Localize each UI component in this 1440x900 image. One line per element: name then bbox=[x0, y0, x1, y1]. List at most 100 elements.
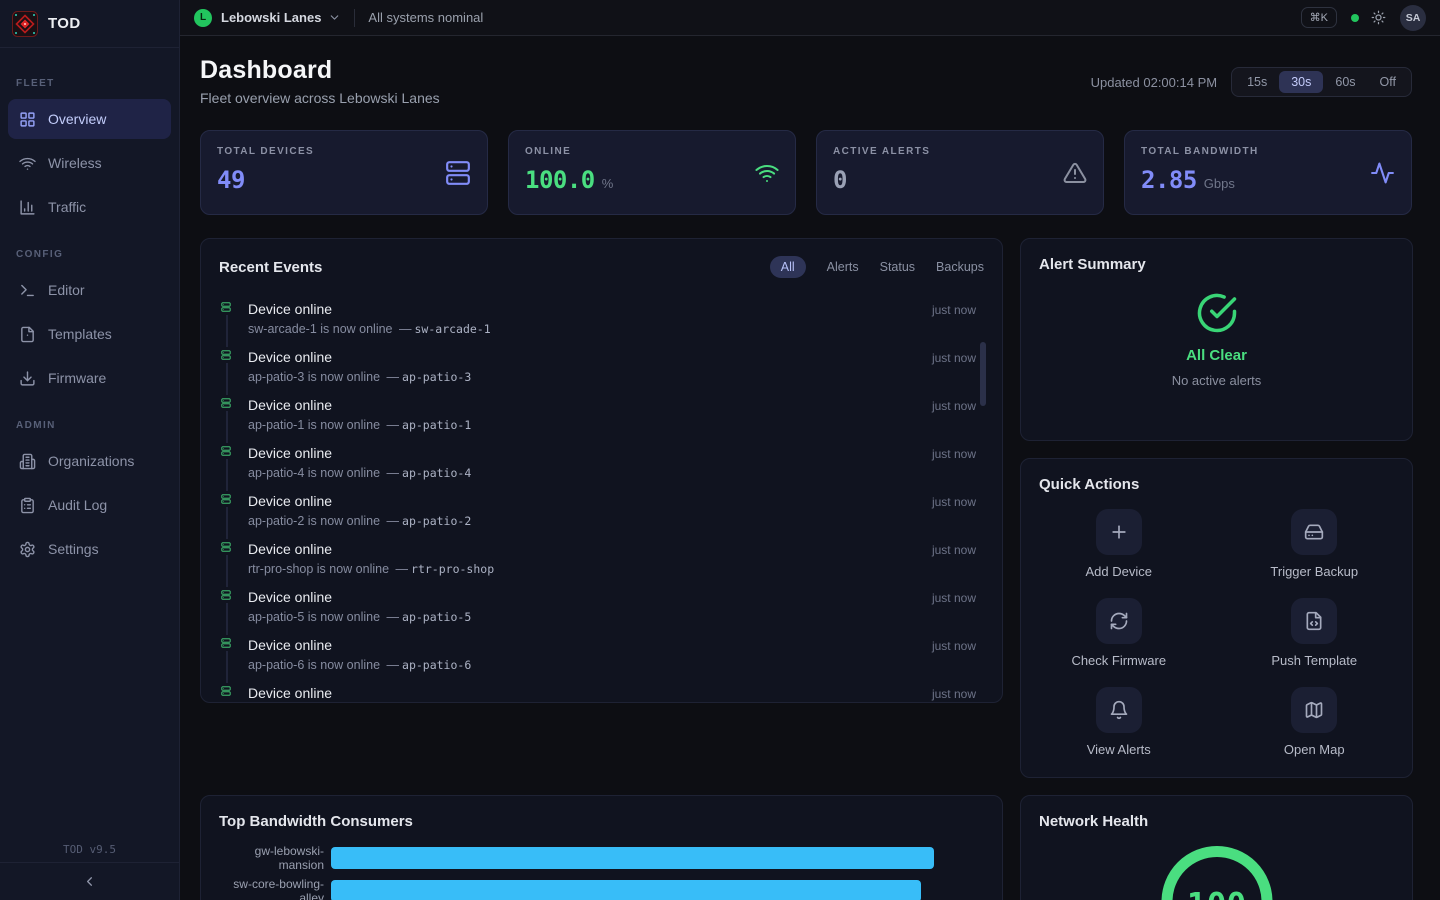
event-time: just now bbox=[932, 351, 976, 365]
alert-summary-title: Alert Summary bbox=[1039, 256, 1146, 273]
topbar: L Lebowski Lanes All systems nominal ⌘K … bbox=[180, 0, 1440, 36]
push-template-button[interactable]: Push Template bbox=[1217, 598, 1413, 687]
sun-icon[interactable] bbox=[1371, 10, 1386, 25]
activity-icon bbox=[1370, 160, 1395, 185]
sidebar-item-firmware[interactable]: Firmware bbox=[8, 358, 171, 398]
hard-drive-icon bbox=[1304, 522, 1324, 542]
quick-actions-title: Quick Actions bbox=[1039, 476, 1139, 493]
events-scrollbar[interactable] bbox=[980, 342, 986, 406]
stat-card-active-alerts: ACTIVE ALERTS 0 bbox=[816, 130, 1104, 215]
main-content: Dashboard Fleet overview across Lebowski… bbox=[180, 36, 1440, 900]
check-firmware-button[interactable]: Check Firmware bbox=[1021, 598, 1217, 687]
refresh-interval-control: 15s 30s 60s Off bbox=[1231, 67, 1412, 97]
add-device-button[interactable]: Add Device bbox=[1021, 509, 1217, 598]
refresh-off-button[interactable]: Off bbox=[1368, 71, 1408, 93]
recent-events-panel: Recent Events All Alerts Status Backups … bbox=[200, 238, 1003, 703]
view-alerts-button[interactable]: View Alerts bbox=[1021, 687, 1217, 776]
refresh-15s-button[interactable]: 15s bbox=[1235, 71, 1279, 93]
event-title: Device online bbox=[248, 440, 976, 461]
event-device: ap-patio-2 bbox=[402, 514, 471, 528]
stat-unit: % bbox=[602, 176, 614, 191]
clipboard-icon bbox=[19, 497, 36, 514]
quick-action-label: Push Template bbox=[1271, 653, 1357, 668]
event-filter-tabs: All Alerts Status Backups bbox=[770, 256, 984, 278]
sidebar-item-overview[interactable]: Overview bbox=[8, 99, 171, 139]
bandwidth-title: Top Bandwidth Consumers bbox=[219, 813, 413, 830]
event-time: just now bbox=[932, 639, 976, 653]
plus-icon bbox=[1109, 522, 1129, 542]
bar-chart-icon bbox=[19, 199, 36, 216]
stat-card-online: ONLINE 100.0 % bbox=[508, 130, 796, 215]
event-device: rtr-pro-shop bbox=[411, 562, 494, 576]
event-desc: ap-patio-1 is now online bbox=[248, 418, 380, 432]
event-title: Device online bbox=[248, 488, 976, 509]
events-list[interactable]: Device online just now sw-arcade-1 is no… bbox=[201, 296, 1002, 696]
stat-value: 0 bbox=[833, 166, 847, 194]
sidebar-item-settings[interactable]: Settings bbox=[8, 529, 171, 569]
file-icon bbox=[19, 326, 36, 343]
server-icon bbox=[218, 587, 234, 603]
sidebar-item-label: Traffic bbox=[48, 199, 86, 215]
sidebar-item-wireless[interactable]: Wireless bbox=[8, 143, 171, 183]
sidebar-item-organizations[interactable]: Organizations bbox=[8, 441, 171, 481]
event-row: Device online just now sw-arcade-1 is no… bbox=[201, 296, 1002, 344]
refresh-30s-button[interactable]: 30s bbox=[1279, 71, 1323, 93]
terminal-icon bbox=[19, 282, 36, 299]
sidebar-item-traffic[interactable]: Traffic bbox=[8, 187, 171, 227]
server-icon bbox=[218, 299, 234, 315]
bandwidth-row: sw-core-bowling-alley bbox=[219, 880, 986, 900]
recent-events-title: Recent Events bbox=[219, 259, 322, 276]
sidebar-collapse-button[interactable] bbox=[0, 862, 179, 900]
sidebar-item-templates[interactable]: Templates bbox=[8, 314, 171, 354]
sidebar-item-label: Wireless bbox=[48, 155, 102, 171]
quick-action-label: Check Firmware bbox=[1071, 653, 1166, 668]
open-map-button[interactable]: Open Map bbox=[1217, 687, 1413, 776]
chevron-down-icon[interactable] bbox=[328, 11, 341, 24]
event-row: Device online just now ap-patio-1 is now… bbox=[201, 392, 1002, 440]
event-title: Device online bbox=[248, 584, 976, 605]
command-palette-shortcut[interactable]: ⌘K bbox=[1301, 7, 1337, 28]
check-circle-icon bbox=[1196, 292, 1238, 334]
app-version: TOD v9.5 bbox=[0, 843, 179, 856]
refresh-icon bbox=[1109, 611, 1129, 631]
file-code-icon bbox=[1304, 611, 1324, 631]
system-status-text: All systems nominal bbox=[368, 10, 483, 25]
server-icon bbox=[218, 635, 234, 651]
stat-label: TOTAL DEVICES bbox=[217, 146, 471, 157]
event-row: Device online just now ap-patio-2 is now… bbox=[201, 488, 1002, 536]
tab-backups[interactable]: Backups bbox=[936, 260, 984, 274]
event-device: ap-patio-6 bbox=[402, 658, 471, 672]
trigger-backup-button[interactable]: Trigger Backup bbox=[1217, 509, 1413, 598]
stat-value: 49 bbox=[217, 166, 245, 194]
event-time: just now bbox=[932, 495, 976, 509]
alert-triangle-icon bbox=[1063, 161, 1087, 185]
event-title: Device online bbox=[248, 344, 976, 365]
sidebar-item-audit-log[interactable]: Audit Log bbox=[8, 485, 171, 525]
stat-card-total-bandwidth: TOTAL BANDWIDTH 2.85 Gbps bbox=[1124, 130, 1412, 215]
quick-action-label: View Alerts bbox=[1087, 742, 1151, 757]
event-row: Device online just now ap-patio-4 is now… bbox=[201, 440, 1002, 488]
sidebar-item-label: Templates bbox=[48, 326, 112, 342]
org-switcher[interactable]: Lebowski Lanes bbox=[221, 10, 321, 25]
org-avatar: L bbox=[194, 9, 212, 27]
sidebar-item-editor[interactable]: Editor bbox=[8, 270, 171, 310]
user-avatar[interactable]: SA bbox=[1400, 5, 1426, 31]
alert-status-text: All Clear bbox=[1186, 347, 1247, 364]
wifi-icon bbox=[19, 155, 36, 172]
bandwidth-device-label: gw-lebowski-mansion bbox=[219, 844, 331, 872]
bandwidth-chart: gw-lebowski-mansion sw-core-bowling-alle… bbox=[201, 847, 1002, 900]
live-status-dot bbox=[1351, 14, 1359, 22]
event-time: just now bbox=[932, 399, 976, 413]
app-logo-icon bbox=[12, 11, 38, 37]
event-title: Device online bbox=[248, 392, 976, 413]
sidebar-nav: FLEET Overview Wireless Traffic CONFIG E… bbox=[0, 48, 179, 569]
event-time: just now bbox=[932, 303, 976, 317]
tab-all[interactable]: All bbox=[770, 256, 806, 278]
tab-status[interactable]: Status bbox=[880, 260, 915, 274]
event-time: just now bbox=[932, 591, 976, 605]
tab-alerts[interactable]: Alerts bbox=[827, 260, 859, 274]
topbar-divider bbox=[354, 9, 355, 27]
refresh-60s-button[interactable]: 60s bbox=[1323, 71, 1367, 93]
event-desc: sw-arcade-1 is now online bbox=[248, 322, 393, 336]
server-icon bbox=[218, 683, 234, 699]
